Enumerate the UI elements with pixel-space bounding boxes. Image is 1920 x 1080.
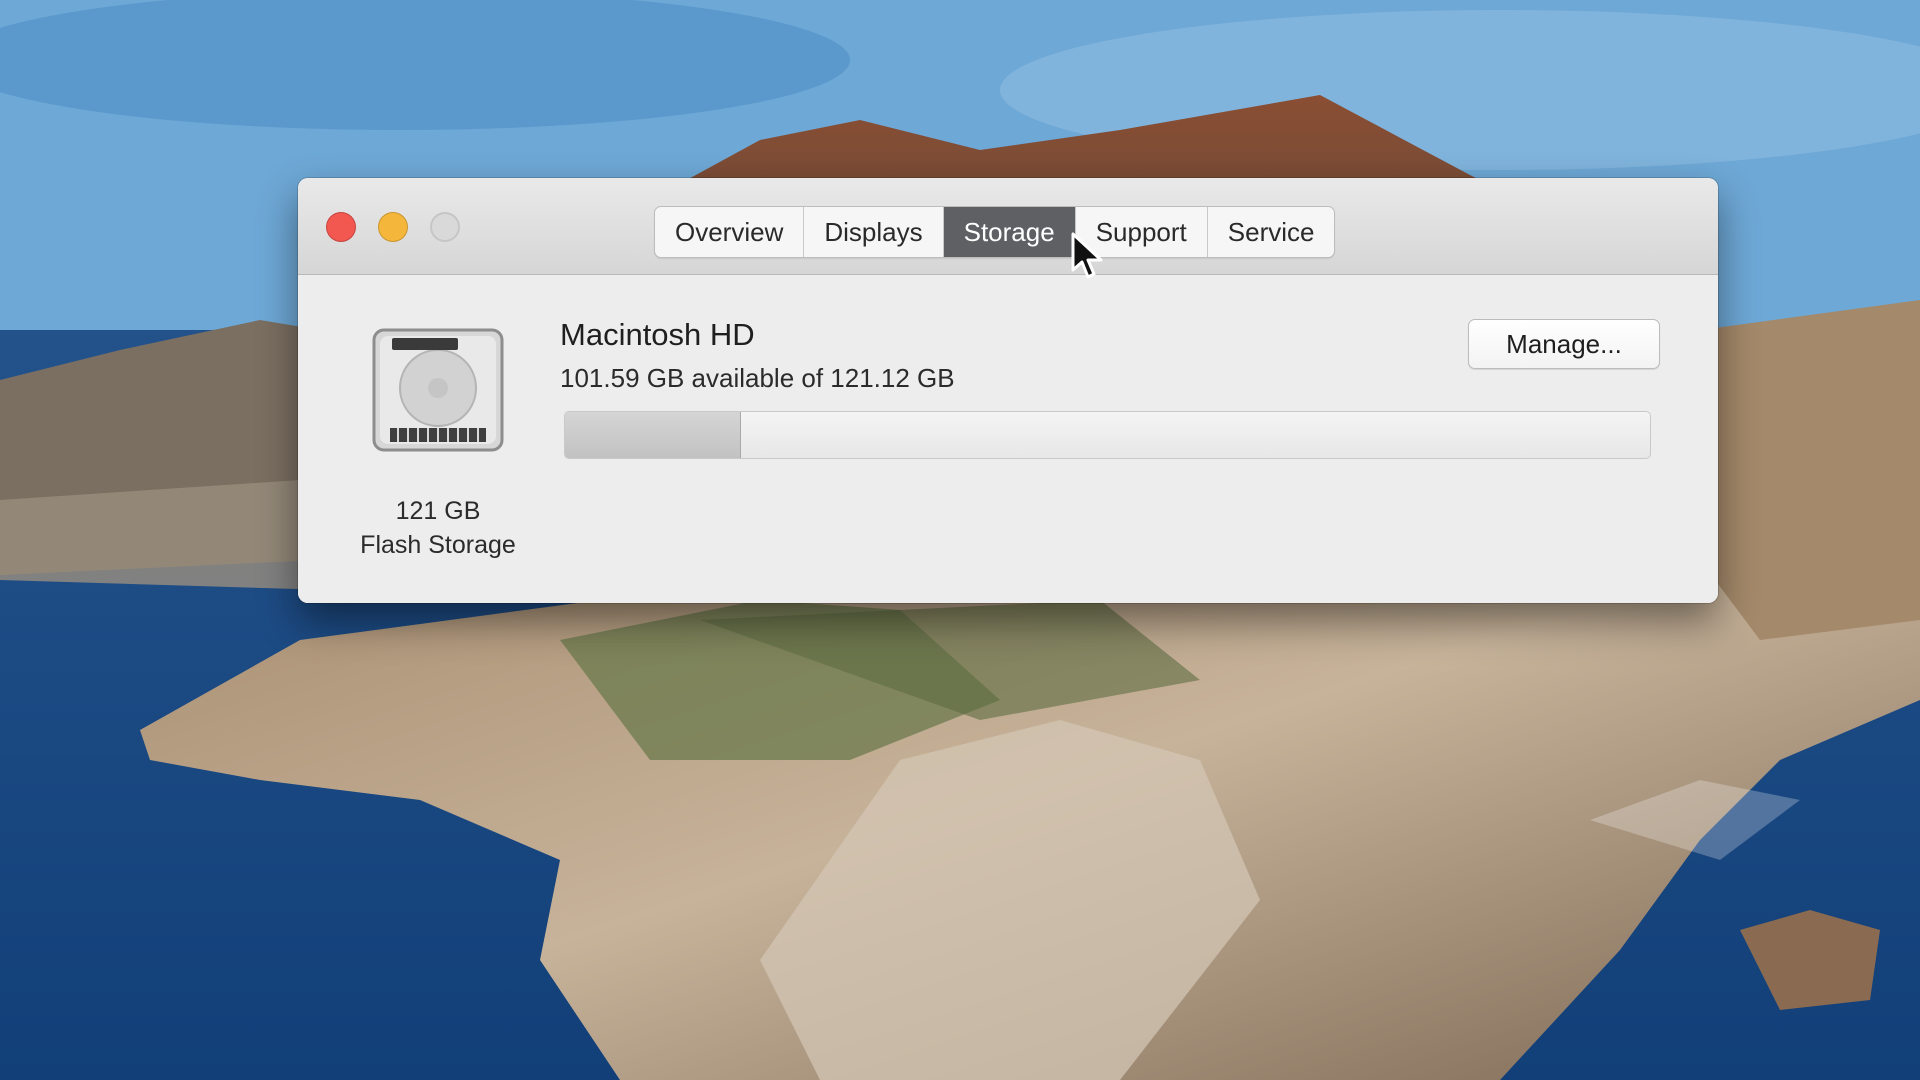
about-this-mac-window: Overview Displays Storage Support Servic… [298, 178, 1718, 603]
tab-displays[interactable]: Displays [804, 207, 944, 257]
tab-bar: Overview Displays Storage Support Servic… [654, 206, 1336, 258]
zoom-button[interactable] [430, 212, 460, 242]
tab-service[interactable]: Service [1208, 207, 1335, 257]
drive-capacity-label: 121 GB [395, 497, 481, 525]
minimize-button[interactable] [378, 212, 408, 242]
mouse-pointer-icon [1071, 232, 1103, 279]
close-button[interactable] [326, 212, 356, 242]
storage-usage-bar [564, 411, 1651, 459]
tab-storage[interactable]: Storage [943, 207, 1076, 257]
manage-button[interactable]: Manage... [1468, 319, 1660, 369]
storage-used-segment [565, 412, 741, 458]
title-bar: Overview Displays Storage Support Servic… [298, 178, 1718, 275]
volume-name: Macintosh HD [560, 317, 755, 352]
drive-type-label: Flash Storage [360, 531, 516, 559]
volume-availability: 101.59 GB available of 121.12 GB [560, 363, 955, 393]
tab-overview[interactable]: Overview [655, 207, 805, 257]
desktop: Overview Displays Storage Support Servic… [0, 0, 1920, 1080]
storage-panel: 121 GB Flash Storage Macintosh HD 101.59… [298, 275, 1718, 603]
hard-drive-icon [372, 328, 504, 452]
